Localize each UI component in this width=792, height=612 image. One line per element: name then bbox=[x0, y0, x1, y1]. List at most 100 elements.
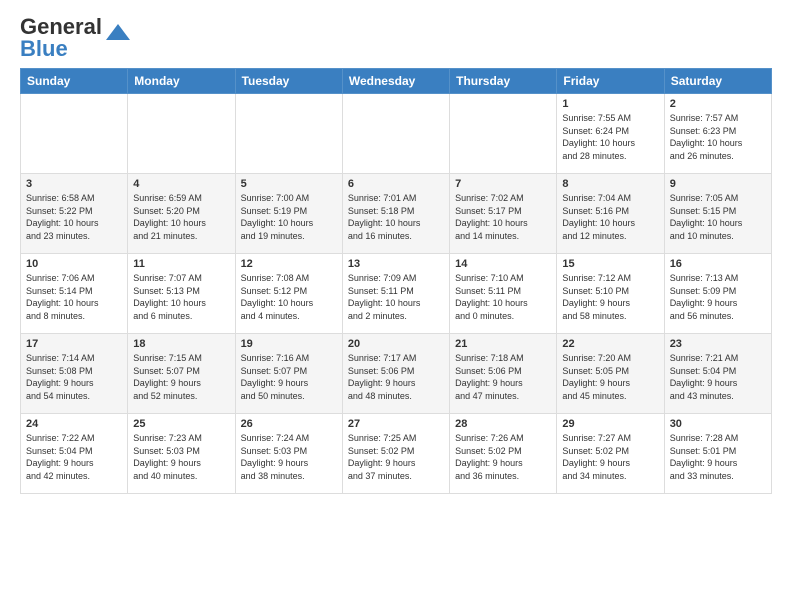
calendar-cell: 17 Sunrise: 7:14 AM Sunset: 5:08 PM Dayli… bbox=[21, 334, 128, 414]
day-info: Sunrise: 7:07 AM Sunset: 5:13 PM Dayligh… bbox=[133, 272, 229, 322]
day-number: 27 bbox=[348, 418, 444, 430]
logo-blue: Blue bbox=[20, 36, 68, 61]
calendar-cell: 14 Sunrise: 7:10 AM Sunset: 5:11 PM Dayli… bbox=[450, 254, 557, 334]
day-number: 7 bbox=[455, 178, 551, 190]
day-info: Sunrise: 7:08 AM Sunset: 5:12 PM Dayligh… bbox=[241, 272, 337, 322]
day-number: 11 bbox=[133, 258, 229, 270]
calendar-cell: 18 Sunrise: 7:15 AM Sunset: 5:07 PM Dayli… bbox=[128, 334, 235, 414]
calendar-cell: 13Sunrise: 7:09 AM Sunset: 5:11 PM Dayli… bbox=[342, 254, 449, 334]
calendar-cell: 29 Sunrise: 7:27 AM Sunset: 5:02 PM Dayli… bbox=[557, 414, 664, 494]
day-number: 26 bbox=[241, 418, 337, 430]
day-info: Sunrise: 7:25 AM Sunset: 5:02 PM Dayligh… bbox=[348, 432, 444, 482]
day-number: 15 bbox=[562, 258, 658, 270]
day-info: Sunrise: 7:02 AM Sunset: 5:17 PM Dayligh… bbox=[455, 192, 551, 242]
weekday-header-tuesday: Tuesday bbox=[235, 69, 342, 94]
calendar-cell: 3 Sunrise: 6:58 AM Sunset: 5:22 PM Daylig… bbox=[21, 174, 128, 254]
calendar-cell bbox=[450, 94, 557, 174]
day-info: Sunrise: 7:13 AM Sunset: 5:09 PM Dayligh… bbox=[670, 272, 766, 322]
header: General Blue bbox=[20, 16, 772, 60]
calendar-cell: 12 Sunrise: 7:08 AM Sunset: 5:12 PM Dayli… bbox=[235, 254, 342, 334]
day-number: 8 bbox=[562, 178, 658, 190]
calendar-cell: 22Sunrise: 7:20 AM Sunset: 5:05 PM Dayli… bbox=[557, 334, 664, 414]
day-number: 19 bbox=[241, 338, 337, 350]
day-info: Sunrise: 7:26 AM Sunset: 5:02 PM Dayligh… bbox=[455, 432, 551, 482]
calendar-cell bbox=[128, 94, 235, 174]
calendar-cell: 9 Sunrise: 7:05 AM Sunset: 5:15 PM Daylig… bbox=[664, 174, 771, 254]
day-info: Sunrise: 7:09 AM Sunset: 5:11 PM Dayligh… bbox=[348, 272, 444, 322]
day-number: 10 bbox=[26, 258, 122, 270]
day-number: 20 bbox=[348, 338, 444, 350]
day-info: Sunrise: 7:00 AM Sunset: 5:19 PM Dayligh… bbox=[241, 192, 337, 242]
day-info: Sunrise: 7:01 AM Sunset: 5:18 PM Dayligh… bbox=[348, 192, 444, 242]
day-info: Sunrise: 6:59 AM Sunset: 5:20 PM Dayligh… bbox=[133, 192, 229, 242]
calendar-cell: 8 Sunrise: 7:04 AM Sunset: 5:16 PM Daylig… bbox=[557, 174, 664, 254]
calendar-cell: 27 Sunrise: 7:25 AM Sunset: 5:02 PM Dayli… bbox=[342, 414, 449, 494]
day-info: Sunrise: 7:21 AM Sunset: 5:04 PM Dayligh… bbox=[670, 352, 766, 402]
day-number: 9 bbox=[670, 178, 766, 190]
calendar-week-0: 1 Sunrise: 7:55 AM Sunset: 6:24 PM Daylig… bbox=[21, 94, 772, 174]
calendar-cell: 10 Sunrise: 7:06 AM Sunset: 5:14 PM Dayli… bbox=[21, 254, 128, 334]
day-info: Sunrise: 7:04 AM Sunset: 5:16 PM Dayligh… bbox=[562, 192, 658, 242]
day-number: 5 bbox=[241, 178, 337, 190]
day-number: 17 bbox=[26, 338, 122, 350]
calendar-cell: 4Sunrise: 6:59 AM Sunset: 5:20 PM Daylig… bbox=[128, 174, 235, 254]
weekday-header-row: SundayMondayTuesdayWednesdayThursdayFrid… bbox=[21, 69, 772, 94]
calendar-cell: 16 Sunrise: 7:13 AM Sunset: 5:09 PM Dayli… bbox=[664, 254, 771, 334]
day-info: Sunrise: 7:57 AM Sunset: 6:23 PM Dayligh… bbox=[670, 112, 766, 162]
calendar-cell: 23 Sunrise: 7:21 AM Sunset: 5:04 PM Dayli… bbox=[664, 334, 771, 414]
calendar-cell: 20 Sunrise: 7:17 AM Sunset: 5:06 PM Dayli… bbox=[342, 334, 449, 414]
logo: General Blue bbox=[20, 16, 132, 60]
day-number: 1 bbox=[562, 98, 658, 110]
calendar-week-2: 10 Sunrise: 7:06 AM Sunset: 5:14 PM Dayli… bbox=[21, 254, 772, 334]
day-info: Sunrise: 7:10 AM Sunset: 5:11 PM Dayligh… bbox=[455, 272, 551, 322]
day-info: Sunrise: 7:06 AM Sunset: 5:14 PM Dayligh… bbox=[26, 272, 122, 322]
calendar-cell: 7 Sunrise: 7:02 AM Sunset: 5:17 PM Daylig… bbox=[450, 174, 557, 254]
day-number: 30 bbox=[670, 418, 766, 430]
logo-text: General Blue bbox=[20, 16, 102, 60]
weekday-header-thursday: Thursday bbox=[450, 69, 557, 94]
day-number: 16 bbox=[670, 258, 766, 270]
day-number: 24 bbox=[26, 418, 122, 430]
day-number: 14 bbox=[455, 258, 551, 270]
day-number: 3 bbox=[26, 178, 122, 190]
day-info: Sunrise: 7:27 AM Sunset: 5:02 PM Dayligh… bbox=[562, 432, 658, 482]
calendar-cell bbox=[21, 94, 128, 174]
day-info: Sunrise: 7:15 AM Sunset: 5:07 PM Dayligh… bbox=[133, 352, 229, 402]
calendar-cell: 5 Sunrise: 7:00 AM Sunset: 5:19 PM Daylig… bbox=[235, 174, 342, 254]
day-number: 6 bbox=[348, 178, 444, 190]
day-number: 29 bbox=[562, 418, 658, 430]
day-info: Sunrise: 7:55 AM Sunset: 6:24 PM Dayligh… bbox=[562, 112, 658, 162]
day-number: 2 bbox=[670, 98, 766, 110]
page: General Blue SundayMondayTuesdayWednesda… bbox=[0, 0, 792, 612]
day-info: Sunrise: 7:05 AM Sunset: 5:15 PM Dayligh… bbox=[670, 192, 766, 242]
day-info: Sunrise: 6:58 AM Sunset: 5:22 PM Dayligh… bbox=[26, 192, 122, 242]
calendar-cell: 24 Sunrise: 7:22 AM Sunset: 5:04 PM Dayli… bbox=[21, 414, 128, 494]
calendar-cell: 11 Sunrise: 7:07 AM Sunset: 5:13 PM Dayli… bbox=[128, 254, 235, 334]
weekday-header-saturday: Saturday bbox=[664, 69, 771, 94]
calendar-cell: 26Sunrise: 7:24 AM Sunset: 5:03 PM Dayli… bbox=[235, 414, 342, 494]
day-info: Sunrise: 7:14 AM Sunset: 5:08 PM Dayligh… bbox=[26, 352, 122, 402]
day-number: 18 bbox=[133, 338, 229, 350]
day-number: 12 bbox=[241, 258, 337, 270]
calendar-cell: 6 Sunrise: 7:01 AM Sunset: 5:18 PM Daylig… bbox=[342, 174, 449, 254]
day-number: 25 bbox=[133, 418, 229, 430]
calendar-cell: 28 Sunrise: 7:26 AM Sunset: 5:02 PM Dayli… bbox=[450, 414, 557, 494]
calendar-week-1: 3 Sunrise: 6:58 AM Sunset: 5:22 PM Daylig… bbox=[21, 174, 772, 254]
calendar-week-3: 17 Sunrise: 7:14 AM Sunset: 5:08 PM Dayli… bbox=[21, 334, 772, 414]
day-info: Sunrise: 7:23 AM Sunset: 5:03 PM Dayligh… bbox=[133, 432, 229, 482]
day-number: 23 bbox=[670, 338, 766, 350]
day-info: Sunrise: 7:12 AM Sunset: 5:10 PM Dayligh… bbox=[562, 272, 658, 322]
calendar-cell: 25 Sunrise: 7:23 AM Sunset: 5:03 PM Dayli… bbox=[128, 414, 235, 494]
day-info: Sunrise: 7:22 AM Sunset: 5:04 PM Dayligh… bbox=[26, 432, 122, 482]
day-number: 28 bbox=[455, 418, 551, 430]
calendar-cell: 1 Sunrise: 7:55 AM Sunset: 6:24 PM Daylig… bbox=[557, 94, 664, 174]
day-info: Sunrise: 7:16 AM Sunset: 5:07 PM Dayligh… bbox=[241, 352, 337, 402]
day-info: Sunrise: 7:17 AM Sunset: 5:06 PM Dayligh… bbox=[348, 352, 444, 402]
day-info: Sunrise: 7:28 AM Sunset: 5:01 PM Dayligh… bbox=[670, 432, 766, 482]
calendar: SundayMondayTuesdayWednesdayThursdayFrid… bbox=[20, 68, 772, 494]
weekday-header-sunday: Sunday bbox=[21, 69, 128, 94]
weekday-header-monday: Monday bbox=[128, 69, 235, 94]
weekday-header-wednesday: Wednesday bbox=[342, 69, 449, 94]
calendar-cell: 2 Sunrise: 7:57 AM Sunset: 6:23 PM Daylig… bbox=[664, 94, 771, 174]
weekday-header-friday: Friday bbox=[557, 69, 664, 94]
